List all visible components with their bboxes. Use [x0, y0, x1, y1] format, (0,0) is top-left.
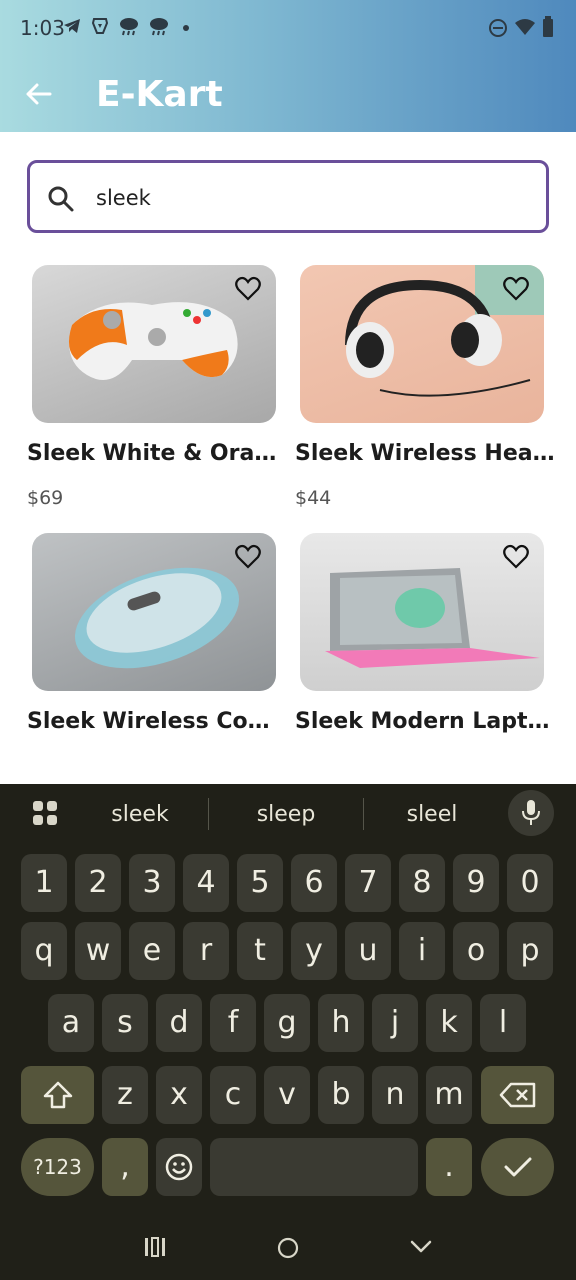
suggestion-item[interactable]: sleep: [216, 802, 356, 827]
heart-icon[interactable]: [502, 543, 530, 571]
mic-button[interactable]: [508, 790, 554, 836]
heart-icon[interactable]: [234, 275, 262, 303]
key-r[interactable]: r: [183, 922, 229, 980]
key-4[interactable]: 4: [183, 854, 229, 912]
product-name: Sleek Modern Laptop...: [295, 709, 559, 734]
key-6[interactable]: 6: [291, 854, 337, 912]
emoji-key[interactable]: [156, 1138, 202, 1196]
key-h[interactable]: h: [318, 994, 364, 1052]
telegram-icon: [64, 19, 80, 33]
product-name: Sleek Wireless Comp...: [27, 709, 291, 734]
product-name: Sleek Wireless Head...: [295, 441, 559, 466]
key-z[interactable]: z: [102, 1066, 148, 1124]
suggestion-item[interactable]: sleek: [70, 802, 210, 827]
key-p[interactable]: p: [507, 922, 553, 980]
key-c[interactable]: c: [210, 1066, 256, 1124]
key-a[interactable]: a: [48, 994, 94, 1052]
battery-icon: [543, 16, 553, 37]
back-chevron-icon[interactable]: [409, 1236, 433, 1256]
backspace-icon: [499, 1082, 536, 1108]
key-d[interactable]: d: [156, 994, 202, 1052]
key-e[interactable]: e: [129, 922, 175, 980]
key-5[interactable]: 5: [237, 854, 283, 912]
key-v[interactable]: v: [264, 1066, 310, 1124]
notification-dot-icon: [183, 25, 189, 31]
period-key[interactable]: .: [426, 1138, 472, 1196]
soft-keyboard: sleek sleep sleel 1 2 3 4 5 6 7 8 9 0 q …: [0, 784, 576, 1212]
key-l[interactable]: l: [480, 994, 526, 1052]
key-g[interactable]: g: [264, 994, 310, 1052]
key-3[interactable]: 3: [129, 854, 175, 912]
key-n[interactable]: n: [372, 1066, 418, 1124]
status-time: 1:03: [20, 16, 65, 40]
key-k[interactable]: k: [426, 994, 472, 1052]
key-0[interactable]: 0: [507, 854, 553, 912]
product-image-game-controller[interactable]: [32, 265, 276, 423]
key-t[interactable]: t: [237, 922, 283, 980]
key-i[interactable]: i: [399, 922, 445, 980]
key-w[interactable]: w: [75, 922, 121, 980]
space-key[interactable]: [210, 1138, 418, 1196]
key-2[interactable]: 2: [75, 854, 121, 912]
key-f[interactable]: f: [210, 994, 256, 1052]
apps-grid-icon[interactable]: [32, 800, 58, 826]
shift-arrow-icon: [43, 1081, 73, 1109]
comma-key[interactable]: ,: [102, 1138, 148, 1196]
weather-storm-icon: [150, 18, 168, 36]
key-b[interactable]: b: [318, 1066, 364, 1124]
suggestion-strip: sleek sleep sleel: [0, 784, 576, 844]
key-9[interactable]: 9: [453, 854, 499, 912]
recents-icon[interactable]: [143, 1236, 167, 1258]
back-arrow-icon[interactable]: [22, 78, 54, 110]
search-field[interactable]: [27, 160, 549, 233]
product-image-laptop[interactable]: [300, 533, 544, 691]
product-price: $44: [295, 487, 332, 509]
suggestion-item[interactable]: sleel: [362, 802, 502, 827]
key-x[interactable]: x: [156, 1066, 202, 1124]
emoji-icon: [165, 1153, 193, 1181]
page-title: E-Kart: [96, 74, 223, 115]
key-u[interactable]: u: [345, 922, 391, 980]
wifi-icon: [515, 19, 535, 35]
dnd-icon: [489, 19, 507, 37]
home-icon[interactable]: [276, 1236, 300, 1260]
app-header: 1:03 E-Kart: [0, 0, 576, 132]
heart-icon[interactable]: [234, 543, 262, 571]
key-8[interactable]: 8: [399, 854, 445, 912]
shift-key[interactable]: [21, 1066, 94, 1124]
backspace-key[interactable]: [481, 1066, 554, 1124]
product-image-wireless-mouse[interactable]: [32, 533, 276, 691]
weather-storm-icon: [120, 18, 138, 36]
heart-icon[interactable]: [502, 275, 530, 303]
brave-icon: [91, 18, 109, 34]
search-icon: [48, 186, 74, 212]
key-q[interactable]: q: [21, 922, 67, 980]
status-bar: 1:03: [0, 0, 576, 56]
key-o[interactable]: o: [453, 922, 499, 980]
search-input[interactable]: [96, 181, 516, 215]
key-y[interactable]: y: [291, 922, 337, 980]
key-j[interactable]: j: [372, 994, 418, 1052]
checkmark-icon: [504, 1157, 532, 1177]
system-nav-bar: [0, 1212, 576, 1280]
enter-key[interactable]: [481, 1138, 554, 1196]
divider: [208, 798, 209, 830]
mic-icon: [522, 800, 540, 825]
key-7[interactable]: 7: [345, 854, 391, 912]
product-price: $69: [27, 487, 64, 509]
key-m[interactable]: m: [426, 1066, 472, 1124]
key-s[interactable]: s: [102, 994, 148, 1052]
product-name: Sleek White & Orange...: [27, 441, 291, 466]
product-image-headphones[interactable]: [300, 265, 544, 423]
symbols-key[interactable]: ?123: [21, 1138, 94, 1196]
key-1[interactable]: 1: [21, 854, 67, 912]
